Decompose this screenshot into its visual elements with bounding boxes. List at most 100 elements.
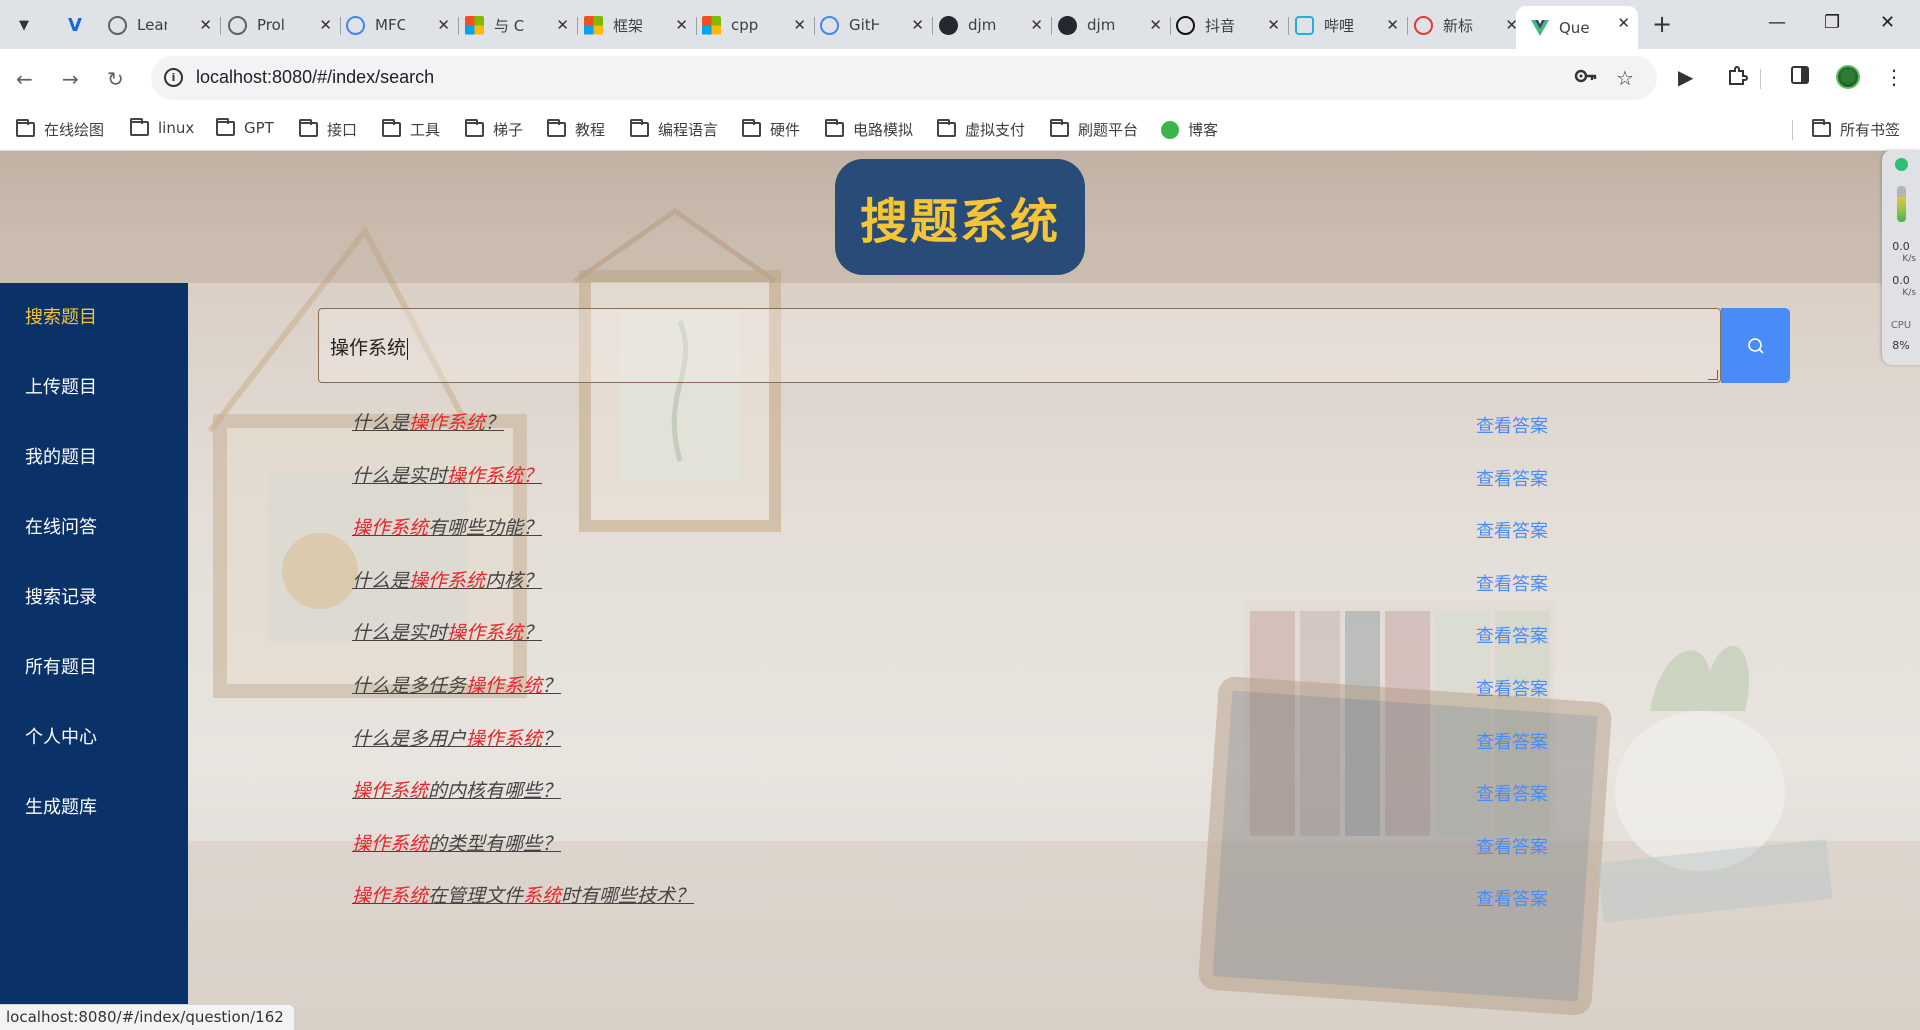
view-answer-link[interactable]: 查看答案 [1476, 675, 1548, 701]
tab-close-icon[interactable]: ✕ [1617, 14, 1630, 32]
extensions-icon[interactable] [1726, 65, 1748, 92]
browser-tab[interactable]: MFC ✕ [346, 8, 459, 42]
sidebar-item[interactable]: 在线问答 [0, 493, 188, 563]
profile-avatar[interactable] [1836, 65, 1860, 89]
question-link[interactable]: 操作系统有哪些功能？ [352, 513, 542, 540]
question-link[interactable]: 什么是实时操作系统？ [352, 461, 542, 488]
vuetify-icon[interactable]: V [64, 14, 86, 36]
text-caret [407, 337, 409, 360]
bookmark-item[interactable]: 编程语言 [630, 119, 718, 140]
question-text: 什么是 [352, 570, 410, 592]
tab-title: 抖音 [1205, 16, 1235, 35]
reload-icon[interactable]: ↻ [107, 67, 124, 91]
bookmark-item[interactable]: 电路模拟 [825, 119, 913, 140]
browser-tab[interactable]: 哔哩 ✕ [1295, 8, 1408, 42]
resize-grip-icon[interactable] [1708, 370, 1718, 380]
address-bar[interactable]: i localhost:8080/#/index/search ☆ [151, 56, 1657, 100]
question-link[interactable]: 操作系统在管理文件系统时有哪些技术？ [352, 881, 694, 908]
browser-tab[interactable]: djm ✕ [1058, 8, 1171, 42]
minimize-button[interactable]: — [1768, 12, 1786, 33]
browser-tab[interactable]: GitH ✕ [820, 8, 933, 42]
browser-tab[interactable]: cpp ✕ [702, 8, 815, 42]
question-link[interactable]: 操作系统的类型有哪些？ [352, 829, 561, 856]
infinity-icon [1414, 15, 1433, 35]
search-input[interactable]: 操作系统 [318, 308, 1721, 383]
view-answer-link[interactable]: 查看答案 [1476, 780, 1548, 806]
sidebar-item[interactable]: 所有题目 [0, 633, 188, 703]
question-link[interactable]: 什么是实时操作系统？ [352, 618, 542, 645]
bookmark-item[interactable]: 虚拟支付 [937, 119, 1025, 140]
tab-close-icon[interactable]: ✕ [793, 16, 806, 34]
bookmark-item[interactable]: GPT [216, 117, 274, 137]
question-text: 的类型有哪些？ [428, 833, 562, 855]
view-answer-link[interactable]: 查看答案 [1476, 517, 1548, 543]
search-button[interactable] [1721, 308, 1790, 383]
tab-close-icon[interactable]: ✕ [675, 16, 688, 34]
browser-tab[interactable]: Prol ✕ [228, 8, 341, 42]
bookmark-star-icon[interactable]: ☆ [1616, 66, 1634, 90]
sidebar-extension [0, 843, 188, 1030]
browser-tab[interactable]: Que ✕ [1516, 6, 1638, 49]
sidebar-item[interactable]: 搜索记录 [0, 563, 188, 633]
tab-close-icon[interactable]: ✕ [319, 16, 332, 34]
tab-separator [1170, 17, 1171, 35]
bookmark-item[interactable]: 博客 [1161, 119, 1218, 140]
sidebar-item[interactable]: 上传题目 [0, 353, 188, 423]
site-info-icon[interactable]: i [164, 68, 183, 87]
tab-close-icon[interactable]: ✕ [1386, 16, 1399, 34]
question-text: ？ [523, 622, 543, 644]
bookmark-item[interactable]: 教程 [547, 119, 605, 140]
view-answer-link[interactable]: 查看答案 [1476, 465, 1548, 491]
more-menu-icon[interactable]: ⋮ [1884, 65, 1904, 89]
address-url[interactable]: localhost:8080/#/index/search [196, 67, 434, 88]
play-icon[interactable]: ▶ [1678, 65, 1693, 89]
tab-search-button[interactable]: ▼ [9, 10, 39, 40]
sidebar-item[interactable]: 我的题目 [0, 423, 188, 493]
view-answer-link[interactable]: 查看答案 [1476, 622, 1548, 648]
tab-close-icon[interactable]: ✕ [1149, 16, 1162, 34]
sidebar-item[interactable]: 个人中心 [0, 703, 188, 773]
bookmark-item[interactable]: linux [130, 117, 194, 137]
search-input-value[interactable]: 操作系统 [330, 333, 409, 360]
question-link[interactable]: 什么是多任务操作系统？ [352, 671, 561, 698]
sidebar-item[interactable]: 搜索题目 [0, 283, 188, 353]
bookmark-item[interactable]: 刷题平台 [1050, 119, 1138, 140]
browser-tab[interactable]: djm ✕ [939, 8, 1052, 42]
view-answer-link[interactable]: 查看答案 [1476, 885, 1548, 911]
browser-tab[interactable]: 框架 ✕ [584, 8, 697, 42]
back-arrow-icon[interactable]: ← [16, 67, 33, 91]
all-bookmarks[interactable]: 所有书签 [1812, 119, 1900, 140]
bookmark-item[interactable]: 工具 [382, 119, 440, 140]
bookmark-item[interactable]: 硬件 [742, 119, 800, 140]
bookmark-label: 虚拟支付 [965, 121, 1026, 139]
sidebar-item[interactable]: 生成题库 [0, 773, 188, 843]
browser-tab[interactable]: 抖音 ✕ [1176, 8, 1289, 42]
browser-tab[interactable]: Lear ✕ [108, 8, 221, 42]
close-window-button[interactable]: ✕ [1880, 12, 1895, 33]
net-speed-widget[interactable]: 0.0 K/s 0.0 K/s CPU 8% [1882, 150, 1920, 365]
question-link[interactable]: 什么是操作系统？ [352, 408, 504, 435]
view-answer-link[interactable]: 查看答案 [1476, 570, 1548, 596]
restore-button[interactable]: ❐ [1824, 12, 1840, 33]
bookmark-item[interactable]: 梯子 [465, 119, 523, 140]
tab-close-icon[interactable]: ✕ [1030, 16, 1043, 34]
view-answer-link[interactable]: 查看答案 [1476, 728, 1548, 754]
bookmark-item[interactable]: 接口 [299, 119, 357, 140]
side-panel-icon[interactable] [1790, 65, 1810, 90]
view-answer-link[interactable]: 查看答案 [1476, 412, 1548, 438]
new-tab-button[interactable]: + [1652, 12, 1672, 36]
tab-close-icon[interactable]: ✕ [437, 16, 450, 34]
tab-close-icon[interactable]: ✕ [1267, 16, 1280, 34]
password-key-icon[interactable] [1574, 66, 1598, 91]
forward-arrow-icon[interactable]: → [62, 67, 79, 91]
bookmark-item[interactable]: 在线绘图 [16, 119, 104, 140]
tab-close-icon[interactable]: ✕ [199, 16, 212, 34]
view-answer-link[interactable]: 查看答案 [1476, 833, 1548, 859]
question-link[interactable]: 什么是多用户操作系统？ [352, 724, 561, 751]
browser-tab[interactable]: 新标 ✕ [1414, 8, 1526, 42]
tab-close-icon[interactable]: ✕ [556, 16, 569, 34]
browser-tab[interactable]: 与 C ✕ [465, 8, 578, 42]
tab-close-icon[interactable]: ✕ [911, 16, 924, 34]
question-link[interactable]: 操作系统的内核有哪些？ [352, 776, 561, 803]
question-link[interactable]: 什么是操作系统内核？ [352, 566, 542, 593]
